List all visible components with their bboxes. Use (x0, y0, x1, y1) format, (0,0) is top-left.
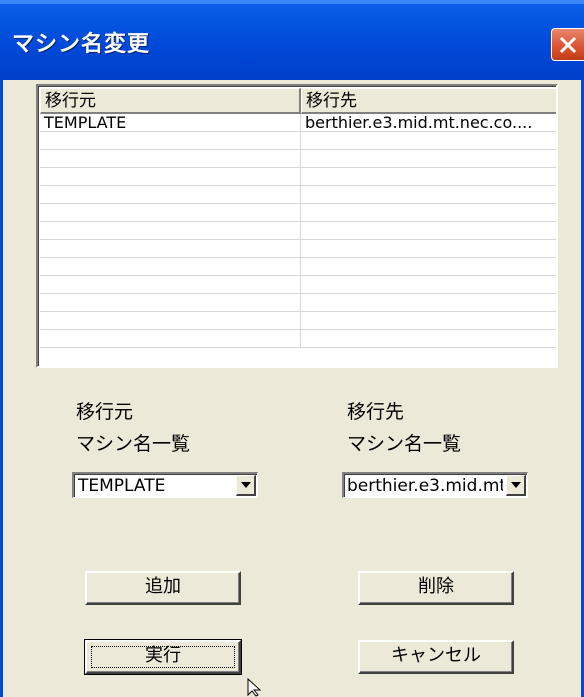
target-cell: berthier.e3.mid.mt.nec.co.... (305, 114, 533, 131)
table-row[interactable] (40, 150, 556, 168)
table-row[interactable]: TEMPLATE berthier.e3.mid.mt.nec.co.... (40, 114, 556, 132)
source-cell (40, 258, 301, 275)
source-cell (40, 294, 301, 311)
source-cell (40, 168, 301, 185)
close-icon (559, 36, 577, 54)
delete-button[interactable]: 削除 (358, 571, 514, 605)
table-row[interactable] (40, 330, 556, 348)
add-button[interactable]: 追加 (85, 571, 241, 605)
cancel-button[interactable]: キャンセル (358, 640, 514, 674)
source-cell (40, 222, 301, 239)
source-machine-value: TEMPLATE (78, 476, 166, 496)
column-header-source[interactable]: 移行元 (40, 88, 301, 114)
target-cell (301, 258, 556, 275)
list-header: 移行元 移行先 (40, 88, 556, 114)
table-row[interactable] (40, 240, 556, 258)
target-cell (301, 294, 556, 311)
source-cell (40, 204, 301, 221)
target-cell (301, 330, 556, 347)
window-border-left (0, 80, 3, 697)
target-label: 移行先 (347, 401, 405, 423)
delete-button-label: 削除 (418, 576, 454, 597)
table-row[interactable] (40, 294, 556, 312)
target-cell (301, 150, 556, 167)
target-cell (301, 222, 556, 239)
source-cell (40, 132, 301, 149)
source-cell (40, 240, 301, 257)
close-button[interactable] (551, 28, 584, 61)
target-cell (301, 168, 556, 185)
source-cell (40, 312, 301, 329)
source-cell (40, 150, 301, 167)
chevron-down-icon (511, 482, 521, 488)
source-cell (40, 276, 301, 293)
mapping-list[interactable]: 移行元 移行先 TEMPLATE berthier.e3.mid.mt.nec.c… (36, 84, 558, 368)
target-cell (301, 186, 556, 203)
source-machine-select[interactable]: TEMPLATE (72, 472, 258, 498)
chevron-down-icon (241, 482, 251, 488)
table-row[interactable] (40, 186, 556, 204)
target-machine-value: berthier.e3.mid.mt (347, 476, 503, 496)
target-list-label: マシン名一覧 (347, 433, 462, 455)
target-machine-select[interactable]: berthier.e3.mid.mt (342, 472, 528, 498)
add-button-label: 追加 (145, 576, 181, 597)
title-bar[interactable]: マシン名変更 (0, 0, 584, 80)
source-dropdown-button[interactable] (236, 475, 256, 496)
source-cell: TEMPLATE (40, 114, 301, 131)
table-row[interactable] (40, 222, 556, 240)
execute-button[interactable]: 実行 (84, 639, 242, 675)
column-header-target[interactable]: 移行先 (301, 88, 556, 114)
target-cell (301, 204, 556, 221)
table-row[interactable] (40, 132, 556, 150)
cancel-button-label: キャンセル (391, 645, 481, 666)
list-body: TEMPLATE berthier.e3.mid.mt.nec.co.... (40, 114, 556, 348)
target-cell (301, 312, 556, 329)
table-row[interactable] (40, 312, 556, 330)
target-cell (301, 132, 556, 149)
target-dropdown-button[interactable] (506, 475, 526, 496)
source-cell (40, 330, 301, 347)
source-cell (40, 186, 301, 203)
table-row[interactable] (40, 204, 556, 222)
source-list-label: マシン名一覧 (76, 433, 191, 455)
execute-button-label: 実行 (145, 645, 181, 666)
window-title: マシン名変更 (12, 32, 151, 57)
target-cell (301, 240, 556, 257)
table-row[interactable] (40, 258, 556, 276)
target-cell (301, 276, 556, 293)
source-label: 移行元 (76, 401, 134, 423)
mouse-cursor-icon (247, 678, 262, 697)
table-row[interactable] (40, 168, 556, 186)
table-row[interactable] (40, 276, 556, 294)
